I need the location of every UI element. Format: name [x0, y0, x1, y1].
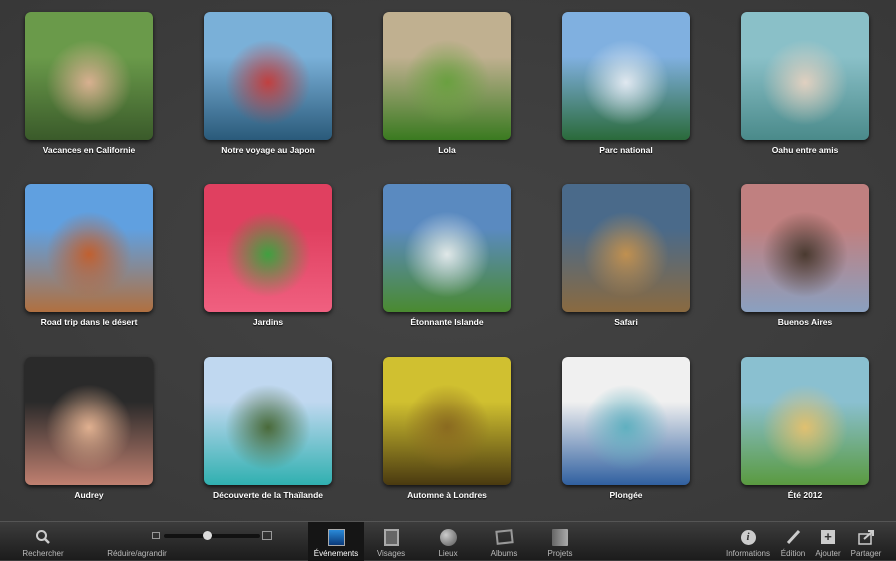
- event-tile[interactable]: Buenos Aires: [740, 184, 870, 327]
- zoom-label: Réduire/agrandir: [107, 549, 167, 558]
- tab-label: Projets: [547, 549, 573, 558]
- event-tile[interactable]: Jardins: [203, 184, 333, 327]
- event-thumbnail[interactable]: [562, 12, 690, 140]
- event-title: Notre voyage au Japon: [221, 145, 315, 155]
- large-thumb-icon: [262, 531, 272, 540]
- event-tile[interactable]: Parc national: [561, 12, 691, 155]
- tab-label: Visages: [376, 549, 406, 558]
- event-title: Vacances en Californie: [42, 145, 136, 155]
- add-button[interactable]: + Ajouter: [812, 522, 844, 561]
- event-thumbnail[interactable]: [741, 357, 869, 485]
- event-title: Été 2012: [787, 490, 823, 500]
- event-thumbnail[interactable]: [383, 184, 511, 312]
- event-thumbnail[interactable]: [741, 184, 869, 312]
- event-thumbnail[interactable]: [562, 184, 690, 312]
- faces-icon: [368, 527, 414, 547]
- pencil-icon: [777, 527, 809, 547]
- event-tile[interactable]: Notre voyage au Japon: [203, 12, 333, 155]
- info-button[interactable]: i Informations: [722, 522, 774, 561]
- add-label: Ajouter: [815, 549, 841, 558]
- event-thumbnail[interactable]: [204, 357, 332, 485]
- event-tile[interactable]: Été 2012: [740, 357, 870, 500]
- event-title: Safari: [614, 317, 638, 327]
- event-thumbnail[interactable]: [25, 12, 153, 140]
- tab-label: Albums: [490, 549, 518, 558]
- event-title: Oahu entre amis: [771, 145, 839, 155]
- event-tile[interactable]: Vacances en Californie: [24, 12, 154, 155]
- tab-label: Événements: [313, 549, 359, 558]
- event-tile[interactable]: Étonnante Islande: [382, 184, 512, 327]
- event-title: Plongée: [609, 490, 643, 500]
- search-button[interactable]: Rechercher: [14, 522, 72, 561]
- event-thumbnail[interactable]: [741, 12, 869, 140]
- plus-icon: +: [812, 527, 844, 547]
- event-title: Automne à Londres: [407, 490, 487, 500]
- event-title: Jardins: [252, 317, 284, 327]
- event-title: Lola: [438, 145, 456, 155]
- event-tile[interactable]: Automne à Londres: [382, 357, 512, 500]
- event-thumbnail[interactable]: [204, 12, 332, 140]
- zoom-slider[interactable]: [164, 531, 260, 540]
- info-icon: i: [722, 527, 774, 547]
- event-thumbnail[interactable]: [383, 357, 511, 485]
- share-label: Partager: [850, 549, 882, 558]
- zoom-slider-knob[interactable]: [203, 531, 213, 540]
- event-title: Buenos Aires: [777, 317, 833, 327]
- bottom-toolbar: Rechercher Réduire/agrandir Événements V…: [0, 521, 896, 561]
- tab-projects[interactable]: Projets: [538, 522, 582, 561]
- event-tile[interactable]: Safari: [561, 184, 691, 327]
- event-thumbnail[interactable]: [25, 184, 153, 312]
- event-title: Étonnante Islande: [410, 317, 484, 327]
- event-title: Audrey: [74, 490, 104, 500]
- small-thumb-icon: [152, 532, 160, 539]
- event-title: Parc national: [599, 145, 653, 155]
- tab-events[interactable]: Événements: [308, 522, 364, 561]
- globe-icon: [426, 527, 470, 547]
- event-tile[interactable]: Découverte de la Thaïlande: [203, 357, 333, 500]
- event-thumbnail[interactable]: [204, 184, 332, 312]
- tab-faces[interactable]: Visages: [368, 522, 414, 561]
- palm-tree-icon: [308, 527, 364, 547]
- event-thumbnail[interactable]: [25, 357, 153, 485]
- edit-label: Édition: [780, 549, 806, 558]
- album-icon: [482, 527, 526, 547]
- tab-places[interactable]: Lieux: [426, 522, 470, 561]
- events-grid: Vacances en Californie Notre voyage au Ja…: [0, 0, 896, 521]
- info-label: Informations: [725, 549, 771, 558]
- tab-label: Lieux: [438, 549, 458, 558]
- book-icon: [538, 527, 582, 547]
- event-tile[interactable]: Oahu entre amis: [740, 12, 870, 155]
- edit-button[interactable]: Édition: [777, 522, 809, 561]
- event-tile[interactable]: Audrey: [24, 357, 154, 500]
- event-title: Road trip dans le désert: [40, 317, 138, 327]
- tab-albums[interactable]: Albums: [482, 522, 526, 561]
- share-button[interactable]: Partager: [846, 522, 886, 561]
- event-tile[interactable]: Road trip dans le désert: [24, 184, 154, 327]
- event-thumbnail[interactable]: [383, 12, 511, 140]
- search-icon: [14, 527, 72, 547]
- zoom-control: Réduire/agrandir: [76, 522, 272, 561]
- search-label: Rechercher: [22, 549, 64, 558]
- event-title: Découverte de la Thaïlande: [212, 490, 324, 500]
- event-tile[interactable]: Lola: [382, 12, 512, 155]
- share-icon: [846, 527, 886, 547]
- event-thumbnail[interactable]: [562, 357, 690, 485]
- event-tile[interactable]: Plongée: [561, 357, 691, 500]
